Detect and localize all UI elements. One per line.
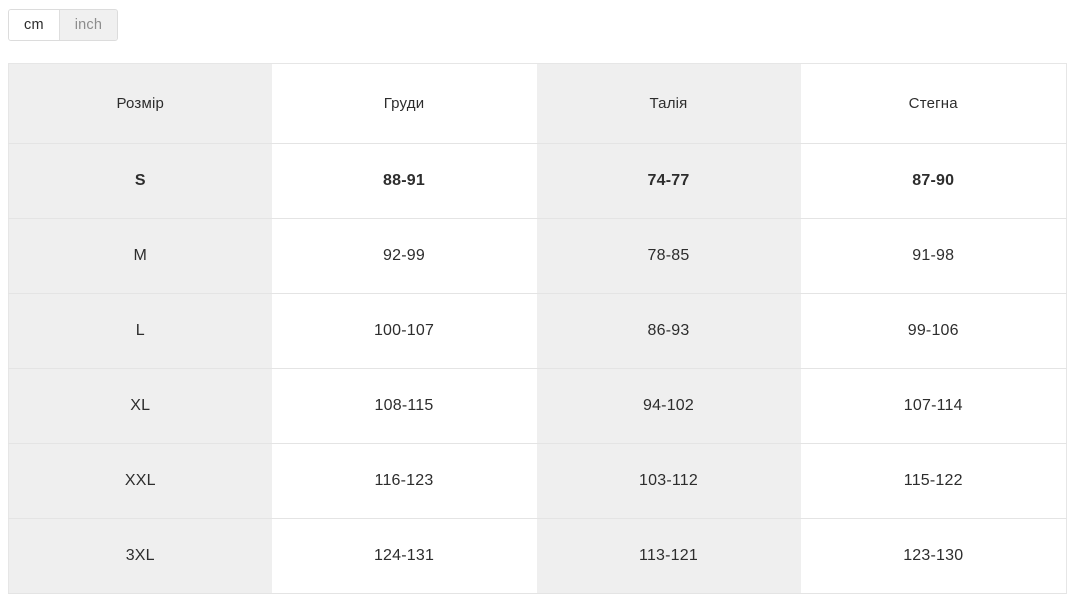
table-row: 3XL 124-131 113-121 123-130 <box>8 518 1067 594</box>
cell-waist: 103-112 <box>536 443 801 519</box>
cell-size: 3XL <box>8 518 272 594</box>
table-row: M 92-99 78-85 91-98 <box>8 218 1067 294</box>
cell-waist: 94-102 <box>536 368 801 444</box>
size-chart-page: cm inch Розмір Груди Талія Стегна S 88-91… <box>0 0 1074 599</box>
cell-waist: 113-121 <box>536 518 801 594</box>
cell-hips: 91-98 <box>800 218 1067 294</box>
cell-waist: 86-93 <box>536 293 801 369</box>
column-header-waist: Талія <box>536 63 801 144</box>
size-table-head: Розмір Груди Талія Стегна <box>8 63 1067 144</box>
table-row: S 88-91 74-77 87-90 <box>8 143 1067 219</box>
cell-size: L <box>8 293 272 369</box>
cell-hips: 107-114 <box>800 368 1067 444</box>
column-header-hips: Стегна <box>800 63 1067 144</box>
table-header-row: Розмір Груди Талія Стегна <box>8 63 1067 144</box>
table-row: L 100-107 86-93 99-106 <box>8 293 1067 369</box>
cell-hips: 99-106 <box>800 293 1067 369</box>
cell-hips: 123-130 <box>800 518 1067 594</box>
cell-hips: 87-90 <box>800 143 1067 219</box>
size-table-wrapper: Розмір Груди Талія Стегна S 88-91 74-77 87-… <box>8 63 1067 594</box>
cell-chest: 88-91 <box>271 143 537 219</box>
cell-size: M <box>8 218 272 294</box>
cell-waist: 78-85 <box>536 218 801 294</box>
cell-chest: 124-131 <box>271 518 537 594</box>
cell-hips: 115-122 <box>800 443 1067 519</box>
cell-chest: 116-123 <box>271 443 537 519</box>
cell-chest: 108-115 <box>271 368 537 444</box>
cell-waist: 74-77 <box>536 143 801 219</box>
cell-size: XL <box>8 368 272 444</box>
size-table-body: S 88-91 74-77 87-90 M 92-99 78-85 91-98 L 100-107… <box>8 143 1067 594</box>
table-row: XXL 116-123 103-112 115-122 <box>8 443 1067 519</box>
size-table: Розмір Груди Талія Стегна S 88-91 74-77 87-… <box>8 63 1067 594</box>
unit-toggle-group[interactable]: cm inch <box>8 9 119 41</box>
cell-size: S <box>8 143 272 219</box>
unit-tab-cm[interactable]: cm <box>9 10 59 40</box>
column-header-size: Розмір <box>8 63 272 144</box>
table-row: XL 108-115 94-102 107-114 <box>8 368 1067 444</box>
column-header-chest: Груди <box>271 63 537 144</box>
cell-chest: 100-107 <box>271 293 537 369</box>
unit-tab-inch[interactable]: inch <box>58 10 118 40</box>
cell-size: XXL <box>8 443 272 519</box>
cell-chest: 92-99 <box>271 218 537 294</box>
